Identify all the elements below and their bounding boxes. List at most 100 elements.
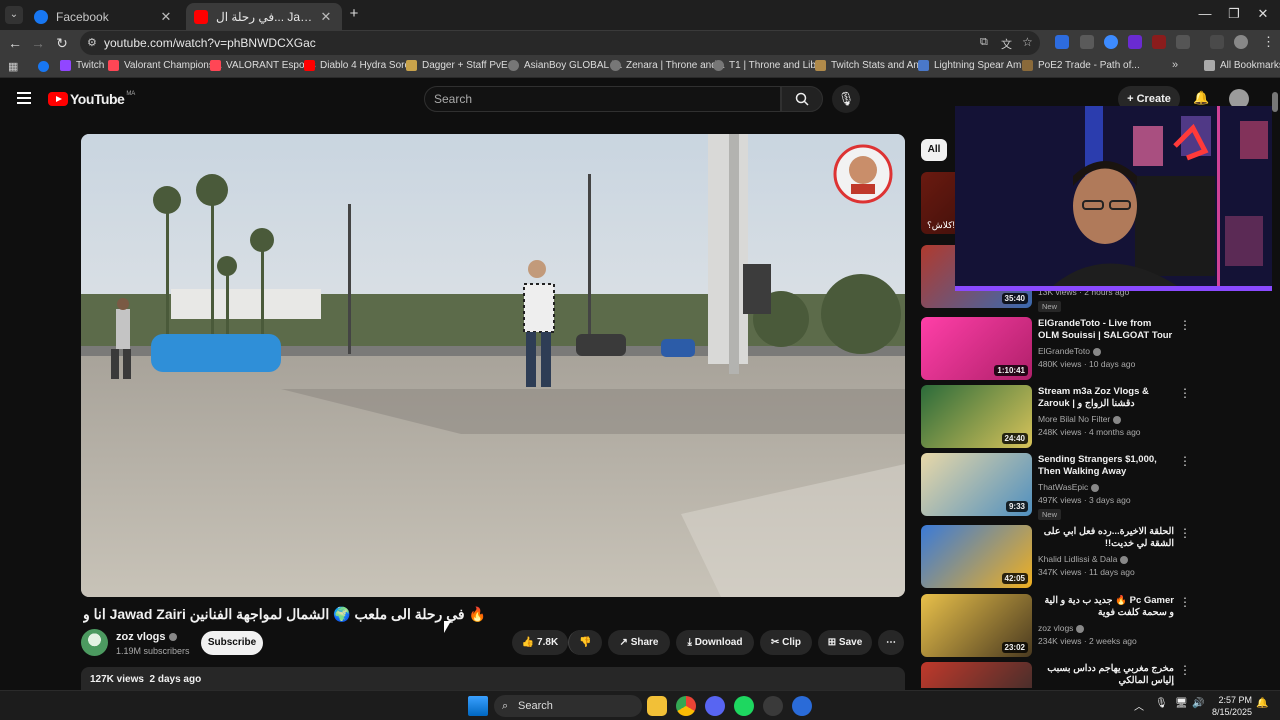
bookmark-poe2-trade[interactable]: PoE2 Trade - Path of... xyxy=(1022,60,1140,71)
more-vert-icon[interactable]: ⋮ xyxy=(1179,526,1191,540)
address-bar[interactable]: ⚙ youtube.com/watch?v=phBNWDCXGac ⧉ 文 ☆ xyxy=(80,31,1040,55)
bookmark-twitch[interactable]: Twitch xyxy=(60,60,104,71)
list-item[interactable]: 24:40 Stream m3a Zoz Vlogs & Zarouk | دق… xyxy=(921,385,1271,449)
taskbar-search[interactable]: ⌕ Search xyxy=(494,695,642,717)
window-close-icon[interactable]: ✕ xyxy=(1248,4,1278,24)
bookmark-star-icon[interactable]: ☆ xyxy=(1022,35,1033,49)
share-button[interactable]: ↗ Share xyxy=(608,630,670,655)
video-thumbnail[interactable]: 24:40 xyxy=(921,385,1032,448)
facebook-bookmark-icon[interactable] xyxy=(38,61,49,72)
save-button[interactable]: ⊞ Save xyxy=(818,630,872,655)
video-title[interactable]: الحلقة الاخيرة...رده فعل ابي على الشقة ل… xyxy=(1038,526,1174,550)
extension-icon[interactable] xyxy=(1080,35,1094,49)
download-button[interactable]: ⤓ Download xyxy=(676,630,754,655)
tab-youtube-video[interactable]: في رحلة ال... Jawad Zairi انا و ✕ xyxy=(186,3,342,30)
profile-icon[interactable] xyxy=(1234,35,1248,49)
extension-icon[interactable] xyxy=(1104,35,1118,49)
site-info-icon[interactable]: ⚙ xyxy=(87,36,97,49)
network-icon[interactable]: 🖥 xyxy=(1175,698,1188,709)
more-vert-icon[interactable]: ⋮ xyxy=(1179,595,1191,609)
windows-start-icon[interactable] xyxy=(468,696,488,716)
list-item[interactable]: 1:10:41 ElGrandeToto - Live from OLM Sou… xyxy=(921,317,1271,381)
video-title[interactable]: Pc Gamer 🔥 جديد ب دية و الية و سحمة كلفت… xyxy=(1038,595,1174,619)
spotify-icon[interactable] xyxy=(734,696,754,716)
close-icon[interactable]: ✕ xyxy=(318,9,334,25)
extension-icon[interactable] xyxy=(1055,35,1069,49)
bookmark-dagger-staff[interactable]: Dagger + Staff PvE... xyxy=(406,60,516,71)
reload-icon[interactable]: ↻ xyxy=(51,33,73,53)
obs-icon[interactable] xyxy=(763,696,783,716)
reading-list-icon[interactable] xyxy=(1210,35,1224,49)
extension-icon[interactable] xyxy=(1128,35,1142,49)
channel-name[interactable]: zoz vlogs xyxy=(116,631,177,643)
discord-icon[interactable] xyxy=(705,696,725,716)
bookmark-valorant-champions[interactable]: Valorant Champions... xyxy=(108,60,222,71)
video-thumbnail[interactable]: 9:33 xyxy=(921,453,1032,516)
search-input[interactable]: Search xyxy=(424,86,781,112)
search-button[interactable] xyxy=(781,86,823,112)
volume-icon[interactable]: 🔊 xyxy=(1192,698,1204,709)
video-thumbnail[interactable]: 23:02 xyxy=(921,594,1032,657)
more-vert-icon[interactable]: ⋮ xyxy=(1179,386,1191,400)
bookmark-diablo[interactable]: Diablo 4 Hydra Sorc... xyxy=(304,60,418,71)
scrollbar-thumb[interactable] xyxy=(1272,92,1278,112)
tab-facebook[interactable]: Facebook ✕ xyxy=(26,3,182,30)
video-title[interactable]: ElGrandeToto - Live from OLM Souissi | S… xyxy=(1038,318,1174,342)
tray-chevron-icon[interactable]: ︿ xyxy=(1134,698,1144,713)
app-icon[interactable] xyxy=(792,696,812,716)
chip-all[interactable]: All xyxy=(921,139,947,161)
video-title[interactable]: Stream m3a Zoz Vlogs & Zarouk | دقشنا ال… xyxy=(1038,386,1174,410)
new-tab-icon[interactable]: + xyxy=(346,6,362,22)
video-title[interactable]: Sending Strangers $1,000, Then Walking A… xyxy=(1038,454,1174,478)
menu-kebab-icon[interactable]: ⋮ xyxy=(1262,34,1275,50)
video-thumbnail[interactable] xyxy=(921,662,1032,688)
bookmark-twitch-stats[interactable]: Twitch Stats and An... xyxy=(815,60,927,71)
list-item[interactable]: 23:02 Pc Gamer 🔥 جديد ب دية و الية و سحم… xyxy=(921,594,1271,658)
taskbar-clock[interactable]: 2:57 PM 8/15/2025 xyxy=(1212,694,1252,718)
dislike-button[interactable]: 👎 xyxy=(568,630,602,655)
close-icon[interactable]: ✕ xyxy=(158,9,174,25)
video-thumbnail[interactable]: 1:10:41 xyxy=(921,317,1032,380)
notifications-bell-icon[interactable]: 🔔 xyxy=(1193,90,1209,106)
clip-button[interactable]: ✂ Clip xyxy=(760,630,812,655)
minimize-icon[interactable]: — xyxy=(1190,4,1220,24)
apps-grid-icon[interactable]: ▦ xyxy=(8,60,18,73)
more-vert-icon[interactable]: ⋮ xyxy=(1179,318,1191,332)
scrollbar[interactable] xyxy=(1272,84,1278,688)
restore-icon[interactable]: ❐ xyxy=(1219,4,1249,24)
bookmark-asianboy[interactable]: AsianBoy GLOBAL |... xyxy=(508,60,622,71)
more-actions-button[interactable]: ⋯ xyxy=(878,630,904,655)
more-vert-icon[interactable]: ⋮ xyxy=(1179,663,1191,677)
notification-icon[interactable]: 🔔 xyxy=(1256,698,1268,709)
bookmark-lightning-spear[interactable]: Lightning Spear Am... xyxy=(918,60,1030,71)
like-button[interactable]: 👍 7.8K xyxy=(512,630,568,655)
subscribe-button[interactable]: Subscribe xyxy=(201,631,263,655)
back-icon[interactable]: ← xyxy=(4,33,26,53)
microphone-icon[interactable]: 🎙 xyxy=(1155,698,1168,709)
tab-search-icon[interactable]: ⌄ xyxy=(5,6,23,24)
hamburger-menu-icon[interactable] xyxy=(17,92,31,104)
translate-icon[interactable]: 文 xyxy=(1001,36,1012,52)
bookmark-t1[interactable]: T1 | Throne and Lib... xyxy=(713,60,824,71)
chrome-icon[interactable] xyxy=(676,696,696,716)
list-item[interactable]: 42:05 الحلقة الاخيرة...رده فعل ابي على ا… xyxy=(921,525,1271,589)
channel-avatar[interactable] xyxy=(81,629,108,656)
forward-icon[interactable]: → xyxy=(27,33,49,53)
file-explorer-icon[interactable] xyxy=(647,696,667,716)
more-vert-icon[interactable]: ⋮ xyxy=(1179,454,1191,468)
bookmark-zenara[interactable]: Zenara | Throne and... xyxy=(610,60,725,71)
youtube-logo[interactable]: YouTube MA xyxy=(48,91,135,107)
list-item[interactable]: 9:33 Sending Strangers $1,000, Then Walk… xyxy=(921,453,1271,520)
bookmark-valorant-esports[interactable]: VALORANT Esports xyxy=(210,60,316,71)
all-bookmarks[interactable]: All Bookmarks xyxy=(1204,60,1280,71)
extension-icon[interactable] xyxy=(1152,35,1166,49)
list-item[interactable]: مخرج مغربي يهاجم دداس بسبب إلياس المالكي… xyxy=(921,662,1271,688)
url-text[interactable]: youtube.com/watch?v=phBNWDCXGac xyxy=(104,36,316,50)
voice-search-mic-icon[interactable]: 🎙 xyxy=(832,85,860,113)
video-thumbnail[interactable]: 42:05 xyxy=(921,525,1032,588)
install-app-icon[interactable]: ⧉ xyxy=(980,36,988,49)
video-title[interactable]: مخرج مغربي يهاجم دداس بسبب إلياس المالكي xyxy=(1038,663,1174,687)
video-player[interactable] xyxy=(81,134,905,597)
puzzle-icon[interactable] xyxy=(1176,35,1190,49)
more-bookmarks-icon[interactable]: » xyxy=(1172,59,1178,71)
